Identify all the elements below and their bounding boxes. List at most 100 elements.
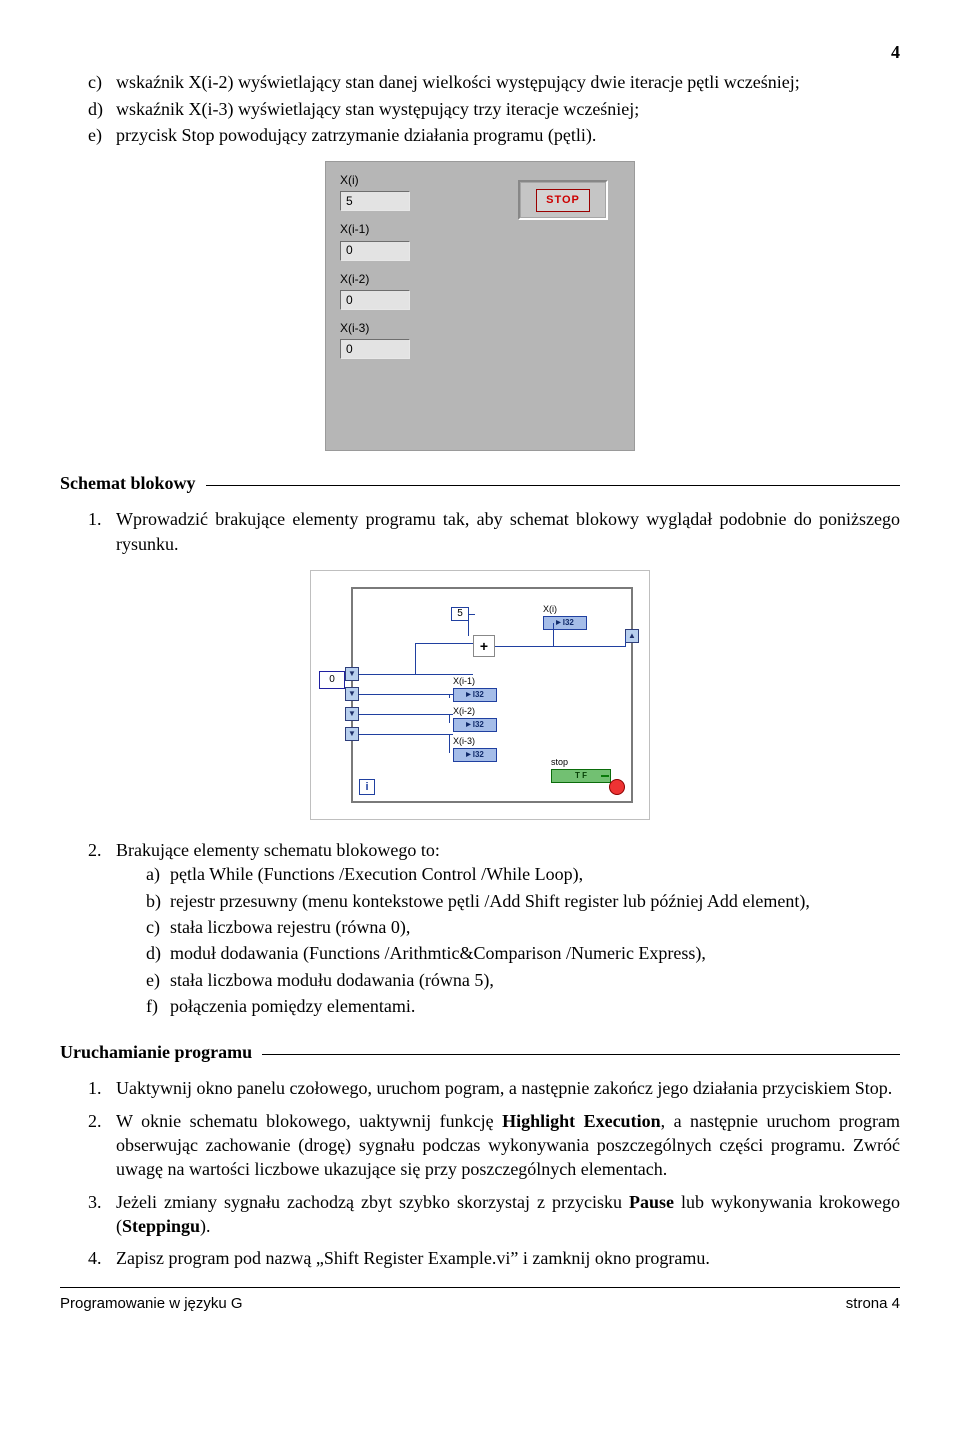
value[interactable]: 0 xyxy=(340,241,410,261)
run-item-3: 3. Jeżeli zmiany sygnału zachodzą zbyt s… xyxy=(88,1190,900,1239)
wire-stop xyxy=(601,775,609,777)
wire xyxy=(359,694,453,695)
marker: 4. xyxy=(88,1246,116,1270)
marker: b) xyxy=(146,889,170,913)
schemat-list-2: 2. Brakujące elementy schematu blokowego… xyxy=(60,838,900,1020)
i32-icon: I32 xyxy=(543,616,587,630)
section-schemat-blokowy: Schemat blokowy xyxy=(60,471,900,495)
marker: 1. xyxy=(88,507,116,556)
label: X(i-1) xyxy=(340,221,620,237)
marker: 3. xyxy=(88,1190,116,1239)
sub-c: c)stała liczbowa rejestru (równa 0), xyxy=(146,915,900,939)
run-list: 1. Uaktywnij okno panelu czołowego, uruc… xyxy=(60,1076,900,1270)
wire xyxy=(449,714,450,723)
wire xyxy=(625,636,626,647)
terminal-stop: stop T F xyxy=(551,756,611,783)
page-number: 4 xyxy=(60,40,900,64)
heading-text: Uruchamianie programu xyxy=(60,1040,252,1064)
label: X(i-1) xyxy=(453,675,497,687)
text: pętla While (Functions /Execution Contro… xyxy=(170,862,900,886)
run-item-4: 4. Zapisz program pod nazwą „Shift Regis… xyxy=(88,1246,900,1270)
footer-left: Programowanie w języku G xyxy=(60,1294,243,1314)
label: X(i-3) xyxy=(453,735,497,747)
block-diagram-figure: 0 5 + X(i) I32 X(i-1) I32 X(i-2 xyxy=(60,570,900,820)
wire xyxy=(449,734,450,753)
indicator-xi2: X(i-2) 0 xyxy=(340,271,620,310)
text: przycisk Stop powodujący zatrzymanie dzi… xyxy=(116,123,900,147)
sub-b: b)rejestr przesuwny (menu kontekstowe pę… xyxy=(146,889,900,913)
add-node: + xyxy=(473,635,495,657)
schemat-item-2: 2. Brakujące elementy schematu blokowego… xyxy=(88,838,900,1020)
wire xyxy=(359,714,453,715)
marker: 2. xyxy=(88,1109,116,1182)
i32-icon: I32 xyxy=(453,688,497,702)
shift-register-right xyxy=(625,629,639,643)
indicator-xi3: X(i-3) 0 xyxy=(340,320,620,359)
schemat-list: 1. Wprowadzić brakujące elementy program… xyxy=(60,507,900,556)
marker: e) xyxy=(88,123,116,147)
wire xyxy=(495,646,625,647)
text: stała liczbowa rejestru (równa 0), xyxy=(170,915,900,939)
text: moduł dodawania (Functions /Arithmtic&Co… xyxy=(170,941,900,965)
text: rejestr przesuwny (menu kontekstowe pętl… xyxy=(170,889,900,913)
text: wskaźnik X(i-3) wyświetlający stan wystę… xyxy=(116,97,900,121)
marker: d) xyxy=(88,97,116,121)
part3: ). xyxy=(200,1216,211,1236)
label: stop xyxy=(551,756,611,768)
shift-register-left-2 xyxy=(345,687,359,701)
intro-item-d: d) wskaźnik X(i-3) wyświetlający stan wy… xyxy=(88,97,900,121)
intro-item-e: e) przycisk Stop powodujący zatrzymanie … xyxy=(88,123,900,147)
while-loop: 5 + X(i) I32 X(i-1) I32 X(i-2) I32 X(i-3… xyxy=(351,587,633,803)
marker: 1. xyxy=(88,1076,116,1100)
marker: f) xyxy=(146,994,170,1018)
wire xyxy=(553,623,554,646)
const-0: 0 xyxy=(319,671,345,689)
stop-button[interactable]: STOP xyxy=(518,180,608,220)
iteration-terminal: i xyxy=(359,779,375,795)
stop-label: STOP xyxy=(536,189,590,212)
label: X(i-3) xyxy=(340,320,620,336)
sub-d: d)moduł dodawania (Functions /Arithmtic&… xyxy=(146,941,900,965)
sub-e: e)stała liczbowa modułu dodawania (równa… xyxy=(146,968,900,992)
front-panel-figure: X(i) 5 X(i-1) 0 X(i-2) 0 X(i-3) 0 STOP xyxy=(60,161,900,451)
loop-condition-icon xyxy=(609,779,625,795)
shift-register-left-1 xyxy=(345,667,359,681)
label: X(i-2) xyxy=(340,271,620,287)
marker: a) xyxy=(146,862,170,886)
const-5: 5 xyxy=(451,607,469,621)
terminal-xi3: X(i-3) I32 xyxy=(453,735,497,762)
text: W oknie schematu blokowego, uaktywnij fu… xyxy=(116,1109,900,1182)
wire xyxy=(449,694,450,698)
shift-register-left-3 xyxy=(345,707,359,721)
text: Uaktywnij okno panelu czołowego, uruchom… xyxy=(116,1076,900,1100)
run-item-1: 1. Uaktywnij okno panelu czołowego, uruc… xyxy=(88,1076,900,1100)
part1: Jeżeli zmiany sygnału zachodzą zbyt szyb… xyxy=(116,1192,629,1212)
value[interactable]: 0 xyxy=(340,290,410,310)
bold2: Steppingu xyxy=(122,1216,200,1236)
wire xyxy=(468,614,469,636)
text: stała liczbowa modułu dodawania (równa 5… xyxy=(170,968,900,992)
terminal-xi2: X(i-2) I32 xyxy=(453,705,497,732)
sub-f: f)połączenia pomiędzy elementami. xyxy=(146,994,900,1018)
value[interactable]: 5 xyxy=(340,191,410,211)
marker: e) xyxy=(146,968,170,992)
text: Zapisz program pod nazwą „Shift Register… xyxy=(116,1246,900,1270)
value[interactable]: 0 xyxy=(340,339,410,359)
heading-text: Schemat blokowy xyxy=(60,471,196,495)
block-diagram: 0 5 + X(i) I32 X(i-1) I32 X(i-2 xyxy=(310,570,650,820)
intro-item-c: c) wskaźnik X(i-2) wyświetlający stan da… xyxy=(88,70,900,94)
heading-rule xyxy=(262,1054,900,1055)
part1: W oknie schematu blokowego, uaktywnij fu… xyxy=(116,1111,502,1131)
bold1: Pause xyxy=(629,1192,674,1212)
label: X(i) xyxy=(543,603,587,615)
text: wskaźnik X(i-2) wyświetlający stan danej… xyxy=(116,70,900,94)
bold: Highlight Execution xyxy=(502,1111,661,1131)
marker: c) xyxy=(88,70,116,94)
sub-a: a)pętla While (Functions /Execution Cont… xyxy=(146,862,900,886)
marker: d) xyxy=(146,941,170,965)
text: Jeżeli zmiany sygnału zachodzą zbyt szyb… xyxy=(116,1190,900,1239)
section-uruchamianie: Uruchamianie programu xyxy=(60,1040,900,1064)
marker: 2. xyxy=(88,838,116,1020)
heading-rule xyxy=(206,485,900,486)
terminal-xi1: X(i-1) I32 xyxy=(453,675,497,702)
